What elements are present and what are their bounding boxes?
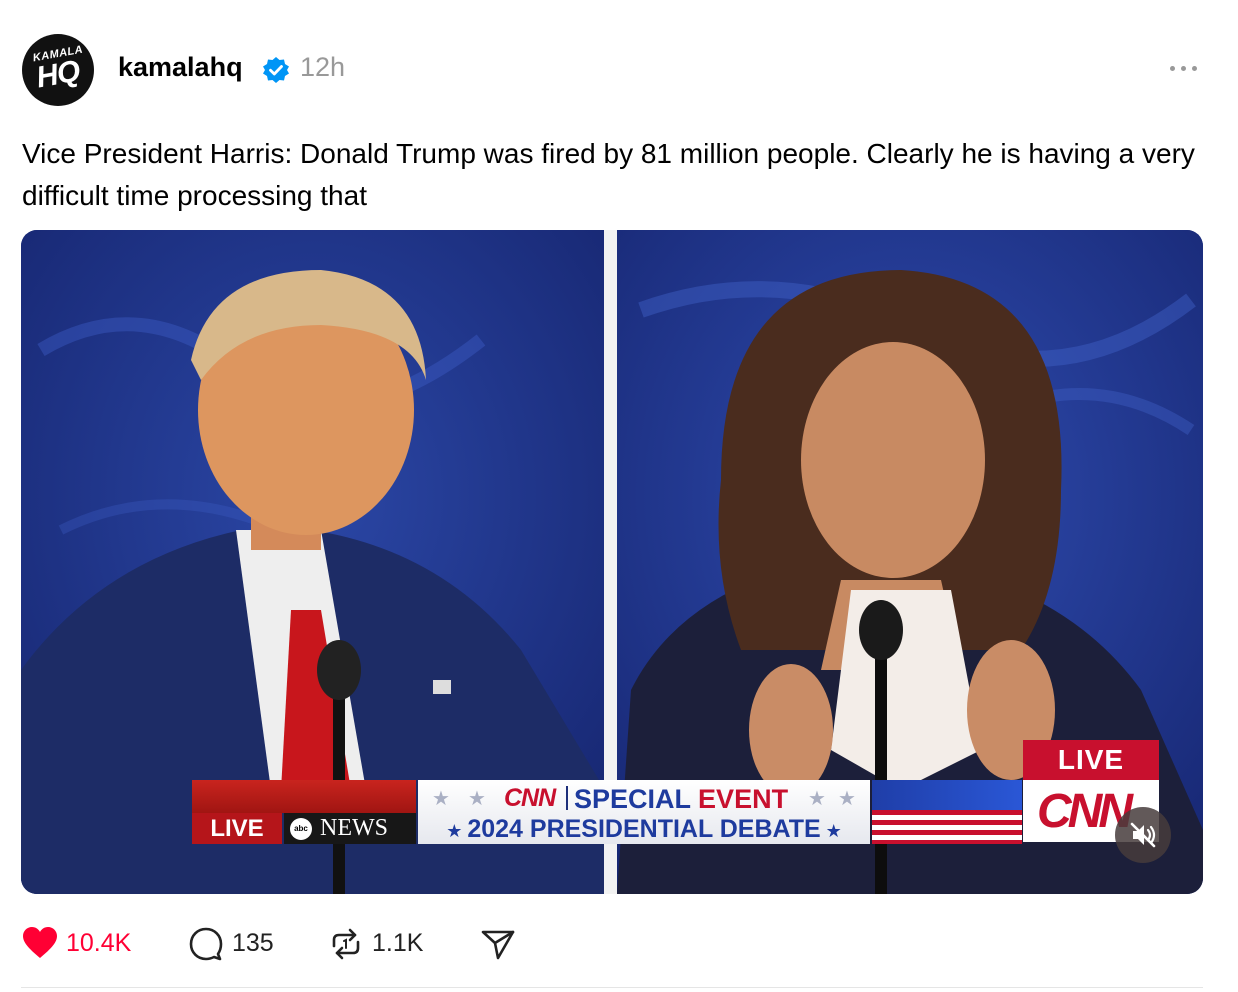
like-count: 10.4K [66,929,132,957]
banner-title-panel: ★ ★ CNN SPECIAL EVENT ★ ★ ★ 2024 PRESIDE… [418,780,870,844]
repost-button[interactable]: 1.1K [328,922,438,966]
post-divider [21,987,1203,988]
share-button[interactable] [480,922,524,966]
like-button[interactable]: 10.4K [22,922,142,966]
live-badge: LIVE [1023,740,1159,780]
abc-news-text: NEWS [320,815,388,841]
banner-blue-field [872,780,1022,810]
abc-logo-icon: abc [290,818,312,840]
star-icon: ★ [838,788,856,810]
post-actions: 10.4K 135 1.1K [22,922,582,966]
star-icon: ★ [468,788,486,810]
star-icon: ★ [820,821,842,841]
event-text: EVENT [698,784,789,814]
verified-badge-icon [263,57,289,83]
avatar[interactable]: KAMALA HQ [22,34,94,106]
star-icon: ★ [446,821,468,841]
heart-filled-icon [23,927,57,958]
star-icon: ★ [808,788,826,810]
special-text: SPECIAL [574,784,691,814]
cnn-small-logo: CNN [504,784,556,812]
post-text: Vice President Harris: Donald Trump was … [22,138,1195,211]
banner-red-strip [192,780,416,813]
mute-button[interactable] [1115,807,1171,863]
repost-count: 1.1K [372,929,424,957]
more-options-button[interactable] [1166,58,1202,78]
lower-third-banner: LIVE abc NEWS ★ ★ CNN SPECIAL EVENT ★ ★ … [192,780,1022,844]
muted-speaker-icon [1130,822,1156,848]
video-player[interactable]: LIVE abc NEWS ★ ★ CNN SPECIAL EVENT ★ ★ … [21,230,1203,894]
comment-icon [189,927,223,961]
more-horizontal-icon [1170,66,1175,71]
send-icon [481,930,515,960]
reply-button[interactable]: 135 [188,922,288,966]
special-event-label: SPECIAL EVENT [574,784,788,815]
reply-count: 135 [232,929,274,957]
debate-title-text: 2024 PRESIDENTIAL DEBATE [467,815,821,843]
banner-live-label: LIVE [192,813,282,844]
repost-icon [332,928,360,960]
banner-separator [566,786,568,810]
star-icon: ★ [432,788,450,810]
abc-news-label: abc NEWS [284,813,416,844]
debate-title: ★ 2024 PRESIDENTIAL DEBATE ★ [418,815,870,844]
username[interactable]: kamalahq [118,52,243,83]
timestamp: 12h [300,52,346,82]
